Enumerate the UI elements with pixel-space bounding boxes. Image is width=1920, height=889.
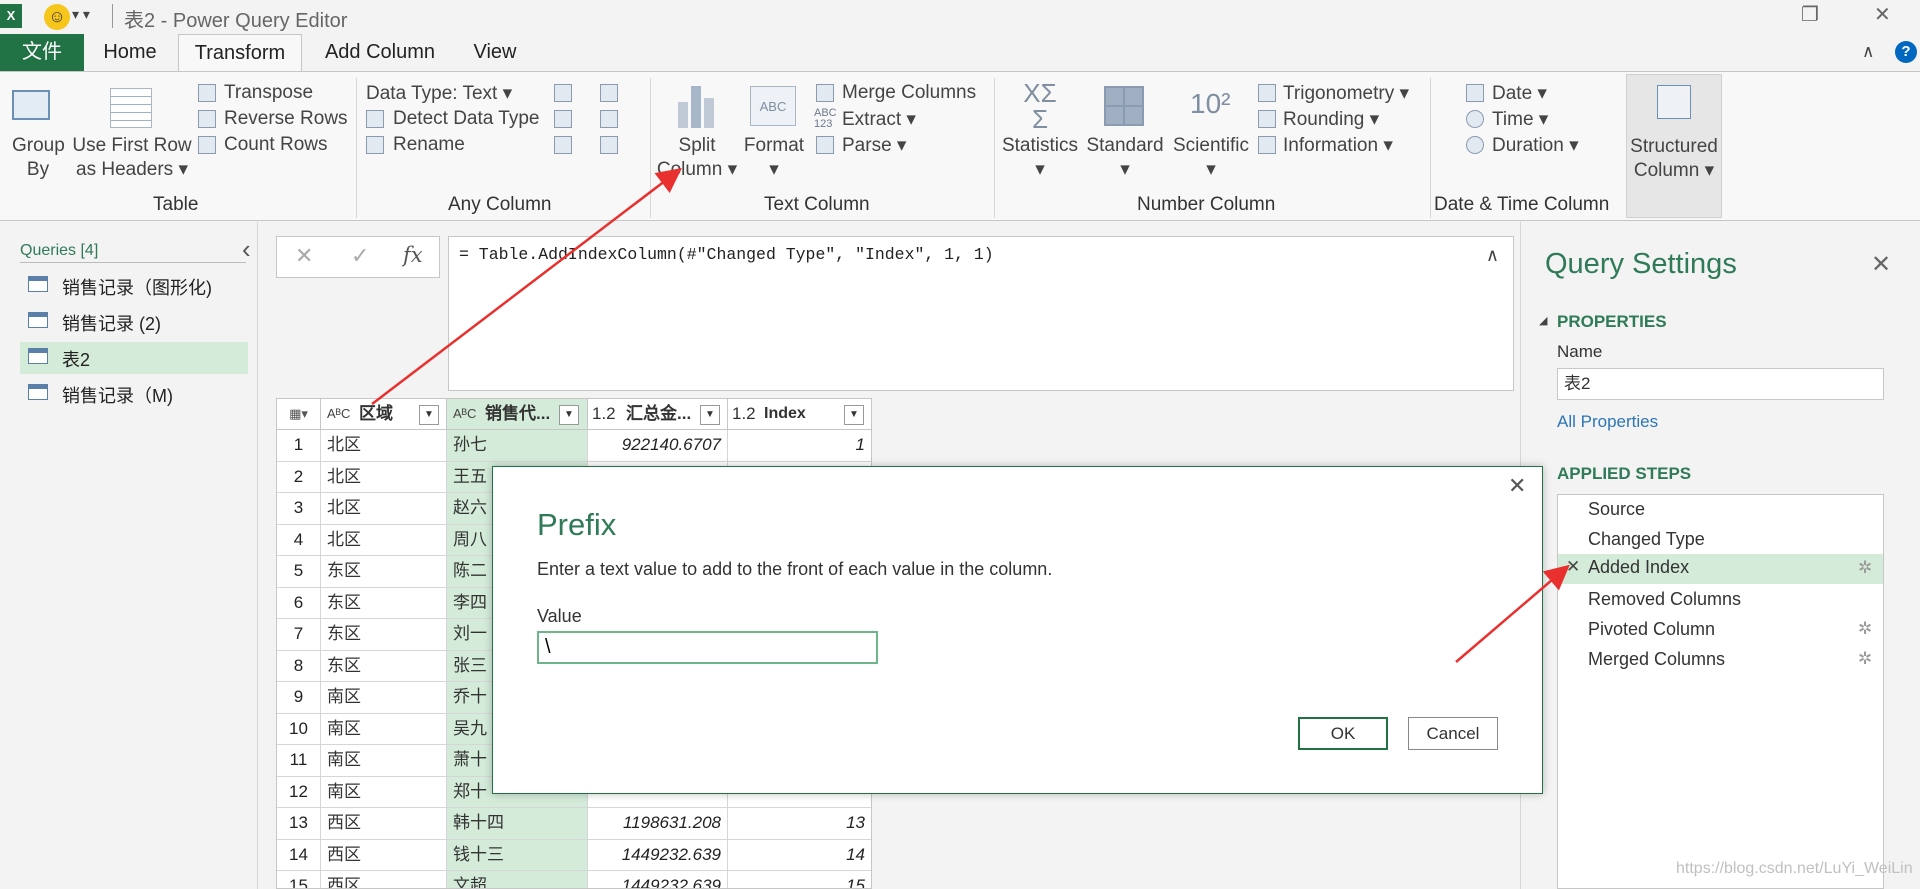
annotation-arrows: [371, 167, 1570, 663]
arrow-to-split-column: [371, 167, 682, 405]
arrow-to-added-index-step: [1455, 564, 1570, 663]
watermark: https://blog.csdn.net/LuYi_WeiLin: [1676, 860, 1913, 877]
